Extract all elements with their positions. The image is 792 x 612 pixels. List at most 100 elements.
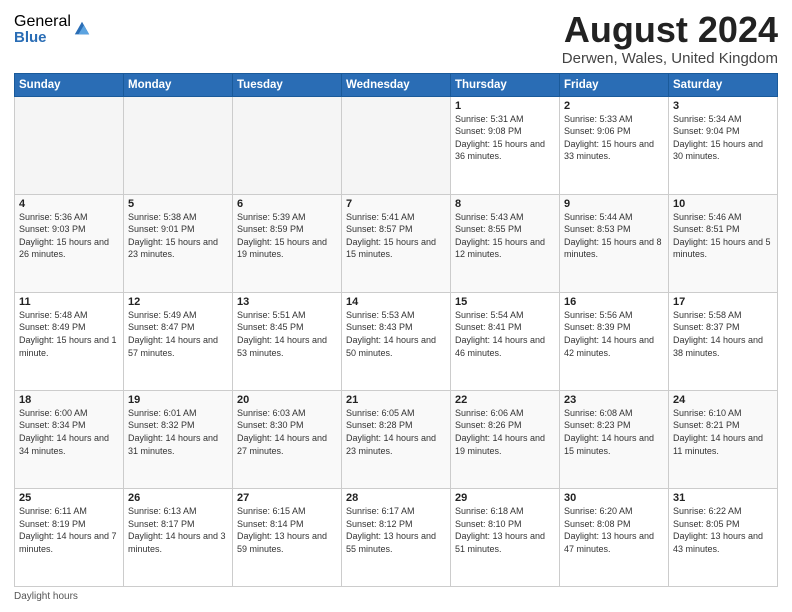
calendar-week-5: 25Sunrise: 6:11 AM Sunset: 8:19 PM Dayli… bbox=[15, 488, 778, 586]
day-number: 21 bbox=[346, 394, 446, 406]
day-number: 16 bbox=[564, 296, 664, 308]
title-block: August 2024 Derwen, Wales, United Kingdo… bbox=[562, 10, 778, 67]
day-number: 10 bbox=[673, 198, 773, 210]
day-number: 30 bbox=[564, 492, 664, 504]
day-info: Sunrise: 6:17 AM Sunset: 8:12 PM Dayligh… bbox=[346, 505, 446, 555]
calendar-day: 6Sunrise: 5:39 AM Sunset: 8:59 PM Daylig… bbox=[233, 194, 342, 292]
calendar-day: 27Sunrise: 6:15 AM Sunset: 8:14 PM Dayli… bbox=[233, 488, 342, 586]
day-info: Sunrise: 6:18 AM Sunset: 8:10 PM Dayligh… bbox=[455, 505, 555, 555]
day-number: 15 bbox=[455, 296, 555, 308]
day-info: Sunrise: 6:20 AM Sunset: 8:08 PM Dayligh… bbox=[564, 505, 664, 555]
day-number: 29 bbox=[455, 492, 555, 504]
day-info: Sunrise: 5:39 AM Sunset: 8:59 PM Dayligh… bbox=[237, 211, 337, 261]
day-number: 17 bbox=[673, 296, 773, 308]
calendar-day: 31Sunrise: 6:22 AM Sunset: 8:05 PM Dayli… bbox=[669, 488, 778, 586]
calendar-day: 29Sunrise: 6:18 AM Sunset: 8:10 PM Dayli… bbox=[451, 488, 560, 586]
day-info: Sunrise: 6:06 AM Sunset: 8:26 PM Dayligh… bbox=[455, 407, 555, 457]
calendar-day: 20Sunrise: 6:03 AM Sunset: 8:30 PM Dayli… bbox=[233, 390, 342, 488]
calendar-day: 15Sunrise: 5:54 AM Sunset: 8:41 PM Dayli… bbox=[451, 292, 560, 390]
day-info: Sunrise: 6:22 AM Sunset: 8:05 PM Dayligh… bbox=[673, 505, 773, 555]
day-info: Sunrise: 6:01 AM Sunset: 8:32 PM Dayligh… bbox=[128, 407, 228, 457]
header: General Blue August 2024 Derwen, Wales, … bbox=[14, 10, 778, 67]
day-info: Sunrise: 6:00 AM Sunset: 8:34 PM Dayligh… bbox=[19, 407, 119, 457]
day-number: 14 bbox=[346, 296, 446, 308]
day-number: 25 bbox=[19, 492, 119, 504]
calendar-day: 4Sunrise: 5:36 AM Sunset: 9:03 PM Daylig… bbox=[15, 194, 124, 292]
calendar-day: 21Sunrise: 6:05 AM Sunset: 8:28 PM Dayli… bbox=[342, 390, 451, 488]
day-number: 28 bbox=[346, 492, 446, 504]
calendar-day: 12Sunrise: 5:49 AM Sunset: 8:47 PM Dayli… bbox=[124, 292, 233, 390]
calendar-day bbox=[342, 96, 451, 194]
calendar-day: 25Sunrise: 6:11 AM Sunset: 8:19 PM Dayli… bbox=[15, 488, 124, 586]
day-info: Sunrise: 5:56 AM Sunset: 8:39 PM Dayligh… bbox=[564, 309, 664, 359]
calendar-day: 26Sunrise: 6:13 AM Sunset: 8:17 PM Dayli… bbox=[124, 488, 233, 586]
logo-icon bbox=[73, 20, 91, 38]
calendar-week-3: 11Sunrise: 5:48 AM Sunset: 8:49 PM Dayli… bbox=[15, 292, 778, 390]
footer: Daylight hours bbox=[14, 591, 778, 602]
logo-text: General Blue bbox=[14, 14, 71, 45]
calendar-day: 5Sunrise: 5:38 AM Sunset: 9:01 PM Daylig… bbox=[124, 194, 233, 292]
day-number: 24 bbox=[673, 394, 773, 406]
day-number: 26 bbox=[128, 492, 228, 504]
day-info: Sunrise: 5:34 AM Sunset: 9:04 PM Dayligh… bbox=[673, 113, 773, 163]
day-info: Sunrise: 5:48 AM Sunset: 8:49 PM Dayligh… bbox=[19, 309, 119, 359]
day-number: 22 bbox=[455, 394, 555, 406]
calendar-title: August 2024 bbox=[562, 10, 778, 50]
day-number: 20 bbox=[237, 394, 337, 406]
day-info: Sunrise: 6:05 AM Sunset: 8:28 PM Dayligh… bbox=[346, 407, 446, 457]
calendar-day: 14Sunrise: 5:53 AM Sunset: 8:43 PM Dayli… bbox=[342, 292, 451, 390]
calendar-day: 11Sunrise: 5:48 AM Sunset: 8:49 PM Dayli… bbox=[15, 292, 124, 390]
day-info: Sunrise: 5:31 AM Sunset: 9:08 PM Dayligh… bbox=[455, 113, 555, 163]
calendar-day: 10Sunrise: 5:46 AM Sunset: 8:51 PM Dayli… bbox=[669, 194, 778, 292]
day-number: 1 bbox=[455, 100, 555, 112]
day-info: Sunrise: 6:03 AM Sunset: 8:30 PM Dayligh… bbox=[237, 407, 337, 457]
day-info: Sunrise: 5:43 AM Sunset: 8:55 PM Dayligh… bbox=[455, 211, 555, 261]
calendar-day: 13Sunrise: 5:51 AM Sunset: 8:45 PM Dayli… bbox=[233, 292, 342, 390]
day-number: 11 bbox=[19, 296, 119, 308]
header-wednesday: Wednesday bbox=[342, 73, 451, 96]
day-info: Sunrise: 5:33 AM Sunset: 9:06 PM Dayligh… bbox=[564, 113, 664, 163]
day-number: 4 bbox=[19, 198, 119, 210]
day-number: 23 bbox=[564, 394, 664, 406]
page: General Blue August 2024 Derwen, Wales, … bbox=[0, 0, 792, 612]
daylight-hours-label: Daylight hours bbox=[14, 591, 78, 602]
header-monday: Monday bbox=[124, 73, 233, 96]
calendar-header: Sunday Monday Tuesday Wednesday Thursday… bbox=[15, 73, 778, 96]
day-number: 3 bbox=[673, 100, 773, 112]
day-info: Sunrise: 6:10 AM Sunset: 8:21 PM Dayligh… bbox=[673, 407, 773, 457]
day-info: Sunrise: 5:38 AM Sunset: 9:01 PM Dayligh… bbox=[128, 211, 228, 261]
day-number: 8 bbox=[455, 198, 555, 210]
calendar-day: 24Sunrise: 6:10 AM Sunset: 8:21 PM Dayli… bbox=[669, 390, 778, 488]
day-number: 9 bbox=[564, 198, 664, 210]
header-sunday: Sunday bbox=[15, 73, 124, 96]
calendar-day: 2Sunrise: 5:33 AM Sunset: 9:06 PM Daylig… bbox=[560, 96, 669, 194]
calendar-day: 18Sunrise: 6:00 AM Sunset: 8:34 PM Dayli… bbox=[15, 390, 124, 488]
calendar-day: 30Sunrise: 6:20 AM Sunset: 8:08 PM Dayli… bbox=[560, 488, 669, 586]
calendar-day: 17Sunrise: 5:58 AM Sunset: 8:37 PM Dayli… bbox=[669, 292, 778, 390]
calendar-day: 9Sunrise: 5:44 AM Sunset: 8:53 PM Daylig… bbox=[560, 194, 669, 292]
calendar-week-2: 4Sunrise: 5:36 AM Sunset: 9:03 PM Daylig… bbox=[15, 194, 778, 292]
day-number: 12 bbox=[128, 296, 228, 308]
calendar-body: 1Sunrise: 5:31 AM Sunset: 9:08 PM Daylig… bbox=[15, 96, 778, 586]
calendar-day: 23Sunrise: 6:08 AM Sunset: 8:23 PM Dayli… bbox=[560, 390, 669, 488]
day-info: Sunrise: 5:49 AM Sunset: 8:47 PM Dayligh… bbox=[128, 309, 228, 359]
calendar-day bbox=[124, 96, 233, 194]
day-info: Sunrise: 5:54 AM Sunset: 8:41 PM Dayligh… bbox=[455, 309, 555, 359]
day-info: Sunrise: 5:36 AM Sunset: 9:03 PM Dayligh… bbox=[19, 211, 119, 261]
header-friday: Friday bbox=[560, 73, 669, 96]
day-info: Sunrise: 5:46 AM Sunset: 8:51 PM Dayligh… bbox=[673, 211, 773, 261]
logo-blue: Blue bbox=[14, 30, 71, 45]
day-info: Sunrise: 5:51 AM Sunset: 8:45 PM Dayligh… bbox=[237, 309, 337, 359]
calendar-day bbox=[15, 96, 124, 194]
calendar-day: 7Sunrise: 5:41 AM Sunset: 8:57 PM Daylig… bbox=[342, 194, 451, 292]
day-info: Sunrise: 5:44 AM Sunset: 8:53 PM Dayligh… bbox=[564, 211, 664, 261]
day-info: Sunrise: 6:08 AM Sunset: 8:23 PM Dayligh… bbox=[564, 407, 664, 457]
day-info: Sunrise: 5:58 AM Sunset: 8:37 PM Dayligh… bbox=[673, 309, 773, 359]
day-number: 13 bbox=[237, 296, 337, 308]
day-number: 7 bbox=[346, 198, 446, 210]
header-tuesday: Tuesday bbox=[233, 73, 342, 96]
header-row: Sunday Monday Tuesday Wednesday Thursday… bbox=[15, 73, 778, 96]
header-saturday: Saturday bbox=[669, 73, 778, 96]
calendar-day: 3Sunrise: 5:34 AM Sunset: 9:04 PM Daylig… bbox=[669, 96, 778, 194]
day-info: Sunrise: 6:15 AM Sunset: 8:14 PM Dayligh… bbox=[237, 505, 337, 555]
